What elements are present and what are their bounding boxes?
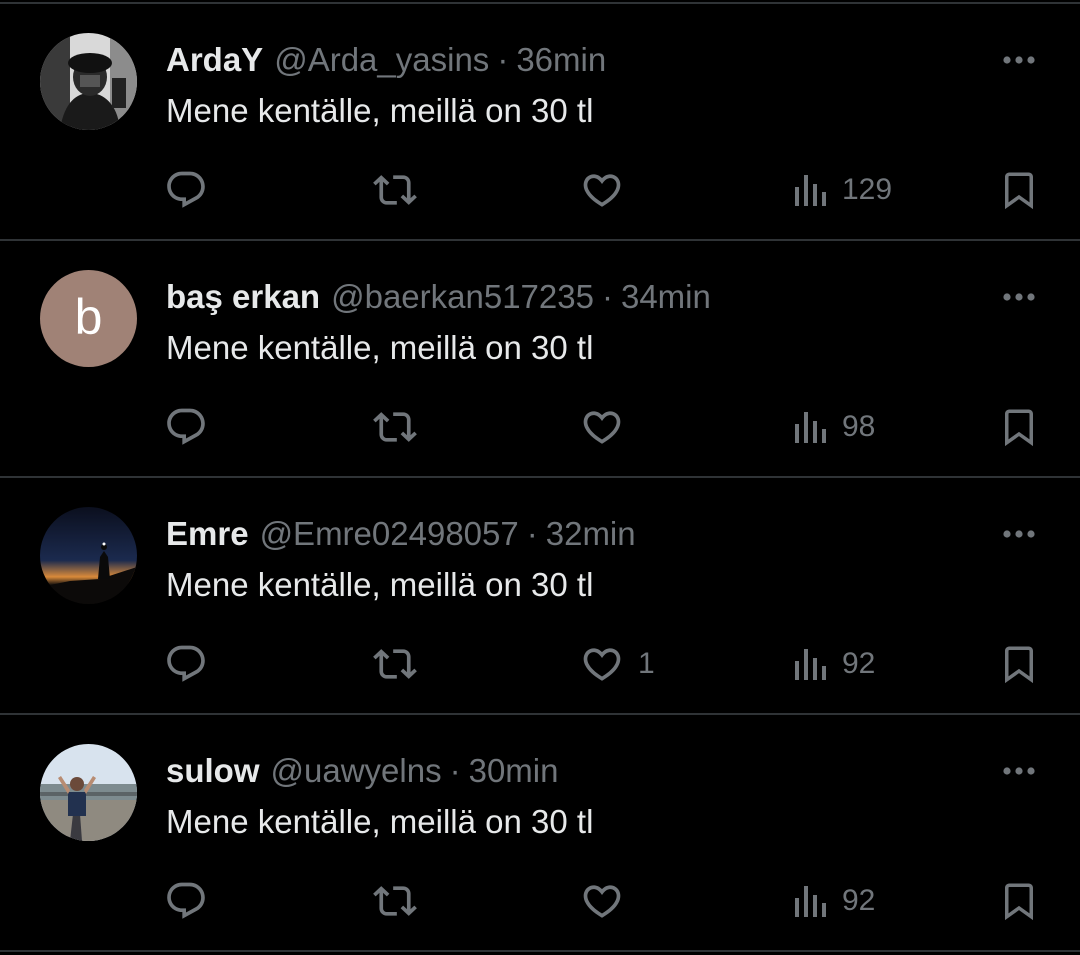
avatar-photo-sulow [40, 744, 137, 841]
retweet-arrows-icon [373, 412, 417, 442]
avatar-letter: b [75, 289, 103, 345]
display-name[interactable]: sulow [166, 752, 260, 790]
avatar[interactable] [40, 744, 137, 841]
bookmark-icon [1005, 172, 1033, 210]
meta-separator: · [497, 41, 509, 78]
tweet-text: Mene kentälle, meillä on 30 tl [166, 803, 594, 840]
views-button[interactable]: 129 [792, 162, 892, 218]
tweet-header: sulow @uawyelns · 30min [166, 749, 558, 793]
timestamp[interactable]: 34min [621, 278, 711, 316]
tweet-actions: 1 92 [0, 636, 1080, 692]
tweet-text: Mene kentälle, meillä on 30 tl [166, 566, 594, 603]
bookmark-icon [1005, 409, 1033, 447]
views-button[interactable]: 98 [792, 399, 875, 455]
more-options-button[interactable] [996, 279, 1042, 315]
user-handle[interactable]: @Emre02498057 [260, 515, 519, 553]
display-name[interactable]: Emre [166, 515, 249, 553]
display-name[interactable]: baş erkan [166, 278, 320, 316]
timestamp[interactable]: 32min [546, 515, 636, 553]
retweet-arrows-icon [373, 886, 417, 916]
more-options-button[interactable] [996, 516, 1042, 552]
tweet-actions: 98 [0, 399, 1080, 455]
retweet-button[interactable] [371, 636, 419, 692]
bookmark-button[interactable] [998, 399, 1040, 455]
bookmark-icon [1005, 883, 1033, 921]
view-count: 129 [842, 173, 893, 206]
avatar-photo-emre [40, 507, 137, 604]
retweet-arrows-icon [373, 649, 417, 679]
user-handle[interactable]: @uawyelns [271, 752, 442, 790]
view-count: 92 [842, 647, 876, 680]
heart-icon [583, 648, 621, 681]
tweet-header: Emre @Emre02498057 · 32min [166, 512, 636, 556]
avatar-letter-b: b [40, 270, 137, 367]
reply-button[interactable] [164, 162, 208, 218]
views-button[interactable]: 92 [792, 636, 875, 692]
views-bars-icon [795, 412, 826, 443]
views-bars-icon [795, 649, 826, 680]
tweet-header: baş erkan @baerkan517235 · 34min [166, 275, 711, 319]
timestamp[interactable]: 30min [469, 752, 559, 790]
timestamp[interactable]: 36min [516, 41, 606, 79]
meta-separator: · [449, 752, 461, 789]
retweet-button[interactable] [371, 399, 419, 455]
user-handle[interactable]: @Arda_yasins [274, 41, 489, 79]
reply-bubble-icon [167, 882, 205, 919]
avatar[interactable] [40, 507, 137, 604]
tweet-item[interactable]: sulow @uawyelns · 30min Mene kentälle, m… [0, 715, 1080, 950]
retweet-button[interactable] [371, 873, 419, 929]
like-button[interactable] [580, 162, 638, 218]
tweet-actions: 129 [0, 162, 1080, 218]
more-dots-icon [1003, 56, 1035, 64]
more-dots-icon [1003, 767, 1035, 775]
bookmark-button[interactable] [998, 636, 1040, 692]
views-bars-icon [795, 175, 826, 206]
display-name[interactable]: ArdaY [166, 41, 263, 79]
more-options-button[interactable] [996, 753, 1042, 789]
tweet-text: Mene kentälle, meillä on 30 tl [166, 329, 594, 366]
tweet-actions: 92 [0, 873, 1080, 929]
more-options-button[interactable] [996, 42, 1042, 78]
heart-icon [583, 411, 621, 444]
avatar[interactable] [40, 33, 137, 130]
avatar-photo-ardaY [40, 33, 137, 130]
like-button[interactable] [580, 873, 638, 929]
tweet-item[interactable]: Emre @Emre02498057 · 32min Mene kentälle… [0, 478, 1080, 713]
meta-separator: · [601, 278, 613, 315]
tweet-feed: ArdaY @Arda_yasins · 36min Mene kentälle… [0, 0, 1080, 955]
heart-icon [583, 885, 621, 918]
tweet-item[interactable]: ArdaY @Arda_yasins · 36min Mene kentälle… [0, 4, 1080, 239]
views-bars-icon [795, 886, 826, 917]
bookmark-button[interactable] [998, 162, 1040, 218]
reply-bubble-icon [167, 171, 205, 208]
view-count: 98 [842, 410, 876, 443]
bookmark-button[interactable] [998, 873, 1040, 929]
user-handle[interactable]: @baerkan517235 [331, 278, 594, 316]
reply-button[interactable] [164, 873, 208, 929]
retweet-arrows-icon [373, 175, 417, 205]
more-dots-icon [1003, 293, 1035, 301]
reply-button[interactable] [164, 399, 208, 455]
reply-bubble-icon [167, 645, 205, 682]
tweet-header: ArdaY @Arda_yasins · 36min [166, 38, 606, 82]
separator [0, 950, 1080, 952]
avatar[interactable]: b [40, 270, 137, 367]
reply-bubble-icon [167, 408, 205, 445]
heart-icon [583, 174, 621, 207]
like-button[interactable]: 1 [580, 636, 655, 692]
retweet-button[interactable] [371, 162, 419, 218]
reply-button[interactable] [164, 636, 208, 692]
meta-separator: · [526, 515, 538, 552]
more-dots-icon [1003, 530, 1035, 538]
tweet-text: Mene kentälle, meillä on 30 tl [166, 92, 594, 129]
tweet-item[interactable]: b baş erkan @baerkan517235 · 34min Mene … [0, 241, 1080, 476]
views-button[interactable]: 92 [792, 873, 875, 929]
like-count: 1 [638, 647, 655, 680]
like-button[interactable] [580, 399, 638, 455]
view-count: 92 [842, 884, 876, 917]
bookmark-icon [1005, 646, 1033, 684]
